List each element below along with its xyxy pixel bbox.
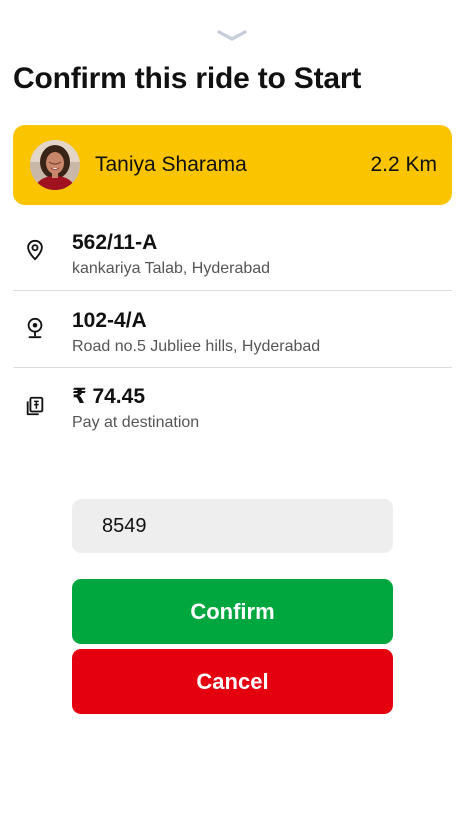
location-pin-icon — [27, 239, 43, 261]
chevron-down-icon[interactable] — [216, 28, 248, 44]
destination-pin-icon — [27, 317, 43, 339]
dropoff-title: 102-4/A — [72, 309, 147, 332]
dropoff-row: 102-4/A Road no.5 Jubliee hills, Hyderab… — [13, 309, 452, 357]
cancel-button[interactable]: Cancel — [72, 649, 393, 714]
payment-row: ₹ 74.45 Pay at destination — [13, 385, 452, 433]
page-title: Confirm this ride to Start — [13, 62, 362, 95]
dropoff-subtitle: Road no.5 Jubliee hills, Hyderabad — [72, 338, 321, 355]
pickup-subtitle: kankariya Talab, Hyderabad — [72, 260, 271, 277]
rider-name: Taniya Sharama — [95, 153, 247, 176]
divider — [13, 290, 452, 291]
avatar — [30, 140, 80, 190]
payment-note: Pay at destination — [72, 414, 200, 431]
rider-card: Taniya Sharama 2.2 Km — [13, 125, 452, 205]
payment-amount: ₹ 74.45 — [72, 385, 145, 408]
pickup-title: 562/11-A — [72, 231, 158, 254]
cash-icon — [26, 396, 44, 416]
confirm-button[interactable]: Confirm — [72, 579, 393, 644]
pickup-row: 562/11-A kankariya Talab, Hyderabad — [13, 231, 452, 279]
divider — [13, 367, 452, 368]
rider-distance: 2.2 Km — [370, 153, 437, 176]
otp-input[interactable] — [72, 499, 393, 553]
